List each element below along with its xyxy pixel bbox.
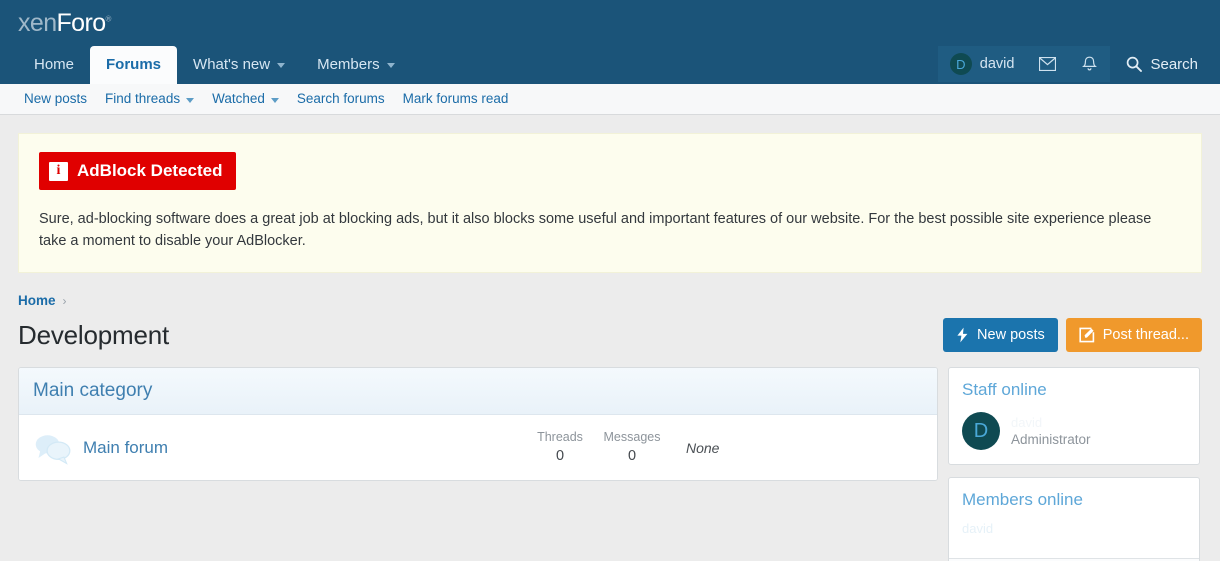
breadcrumb-separator: › bbox=[63, 294, 67, 308]
subnav-item-mark-forums-read[interactable]: Mark forums read bbox=[394, 84, 518, 114]
new-posts-button[interactable]: New posts bbox=[943, 318, 1058, 352]
forum-row: Main forum Threads 0 Messages 0 None bbox=[19, 415, 937, 480]
logo-registered-mark: ® bbox=[106, 15, 111, 24]
user-menu-button[interactable]: D david bbox=[938, 46, 1027, 82]
staff-online-title: Staff online bbox=[949, 368, 1199, 406]
search-icon bbox=[1126, 56, 1142, 72]
subnav-item-watched[interactable]: Watched bbox=[203, 84, 288, 114]
member-online-username[interactable]: david bbox=[962, 521, 993, 536]
new-posts-label: New posts bbox=[977, 326, 1045, 344]
threads-label: Threads bbox=[524, 429, 596, 446]
subnav-item-label: Mark forums read bbox=[403, 84, 509, 114]
post-thread-label: Post thread... bbox=[1103, 326, 1189, 344]
staff-username[interactable]: david bbox=[1011, 416, 1091, 430]
nav-item-members[interactable]: Members bbox=[301, 46, 411, 84]
members-online-title: Members online bbox=[949, 478, 1199, 516]
alerts-button[interactable] bbox=[1069, 46, 1110, 82]
nav-item-label: Home bbox=[34, 55, 74, 74]
speech-bubbles-icon bbox=[33, 431, 73, 465]
avatar: D bbox=[962, 412, 1000, 450]
last-message: None bbox=[668, 440, 923, 456]
breadcrumb-item-home[interactable]: Home bbox=[18, 293, 56, 308]
nav-item-label: Forums bbox=[106, 55, 161, 74]
forum-list-column: Main category Main forum Threads 0 Mes bbox=[18, 367, 938, 481]
chevron-down-icon bbox=[277, 63, 285, 68]
primary-navigation: Home Forums What's new Members D david bbox=[0, 46, 1220, 84]
subnav-item-new-posts[interactable]: New posts bbox=[15, 84, 96, 114]
pencil-square-icon bbox=[1079, 327, 1095, 343]
adblock-badge-label: AdBlock Detected bbox=[77, 161, 222, 181]
nav-item-forums[interactable]: Forums bbox=[90, 46, 177, 84]
avatar: D bbox=[950, 53, 972, 75]
subnav-item-label: Find threads bbox=[105, 84, 180, 114]
category-block: Main category Main forum Threads 0 Mes bbox=[18, 367, 938, 481]
subnav-item-search-forums[interactable]: Search forums bbox=[288, 84, 394, 114]
messages-stat: Messages 0 bbox=[596, 429, 668, 466]
logo-container: xenForo® bbox=[0, 0, 1220, 46]
staff-online-item[interactable]: D david Administrator bbox=[949, 406, 1199, 464]
subnav-item-label: New posts bbox=[24, 84, 87, 114]
adblock-notice-text: Sure, ad-blocking software does a great … bbox=[39, 208, 1181, 252]
staff-online-block: Staff online D david Administrator bbox=[948, 367, 1200, 465]
page-actions: New posts Post thread... bbox=[943, 318, 1202, 352]
logo-prefix: xen bbox=[18, 9, 57, 37]
page-title-row: Development New posts Post thread... bbox=[18, 315, 1202, 355]
threads-stat: Threads 0 bbox=[524, 429, 596, 466]
members-online-block: Members online david Total: 2 (members: … bbox=[948, 477, 1200, 561]
logo-suffix: Foro bbox=[57, 9, 106, 37]
chevron-down-icon bbox=[271, 98, 279, 103]
page-title: Development bbox=[18, 320, 169, 351]
search-label: Search bbox=[1150, 56, 1198, 73]
username-label: david bbox=[980, 56, 1015, 72]
staff-meta: david Administrator bbox=[1011, 414, 1091, 448]
site-header: xenForo® Home Forums What's new Members … bbox=[0, 0, 1220, 84]
content-columns: Main category Main forum Threads 0 Mes bbox=[18, 367, 1202, 561]
chevron-down-icon bbox=[186, 98, 194, 103]
subnav-item-label: Watched bbox=[212, 84, 265, 114]
inbox-button[interactable] bbox=[1026, 46, 1069, 82]
search-button[interactable]: Search bbox=[1110, 46, 1210, 82]
post-thread-button[interactable]: Post thread... bbox=[1066, 318, 1202, 352]
chevron-down-icon bbox=[387, 63, 395, 68]
nav-item-home[interactable]: Home bbox=[18, 46, 90, 84]
threads-value: 0 bbox=[524, 446, 596, 466]
nav-item-label: Members bbox=[317, 55, 380, 74]
site-logo[interactable]: xenForo® bbox=[18, 11, 111, 36]
messages-value: 0 bbox=[596, 446, 668, 466]
messages-label: Messages bbox=[596, 429, 668, 446]
secondary-navigation: New posts Find threads Watched Search fo… bbox=[0, 84, 1220, 115]
page-container: i AdBlock Detected Sure, ad-blocking sof… bbox=[0, 133, 1220, 561]
staff-user-title: Administrator bbox=[1011, 431, 1091, 448]
user-area: D david Search bbox=[938, 46, 1210, 82]
category-title[interactable]: Main category bbox=[19, 368, 937, 415]
members-online-list: david bbox=[949, 516, 1199, 558]
adblock-notice: i AdBlock Detected Sure, ad-blocking sof… bbox=[18, 133, 1202, 273]
subnav-item-label: Search forums bbox=[297, 84, 385, 114]
lightning-bolt-icon bbox=[956, 327, 969, 343]
adblock-badge: i AdBlock Detected bbox=[39, 152, 236, 190]
nav-item-label: What's new bbox=[193, 55, 270, 74]
forum-link[interactable]: Main forum bbox=[83, 438, 524, 458]
subnav-item-find-threads[interactable]: Find threads bbox=[96, 84, 203, 114]
nav-item-whats-new[interactable]: What's new bbox=[177, 46, 301, 84]
envelope-icon bbox=[1039, 57, 1056, 71]
info-icon: i bbox=[49, 162, 68, 181]
bell-icon bbox=[1082, 56, 1097, 72]
breadcrumb: Home › bbox=[18, 293, 1202, 308]
sidebar: Staff online D david Administrator Membe… bbox=[948, 367, 1200, 561]
